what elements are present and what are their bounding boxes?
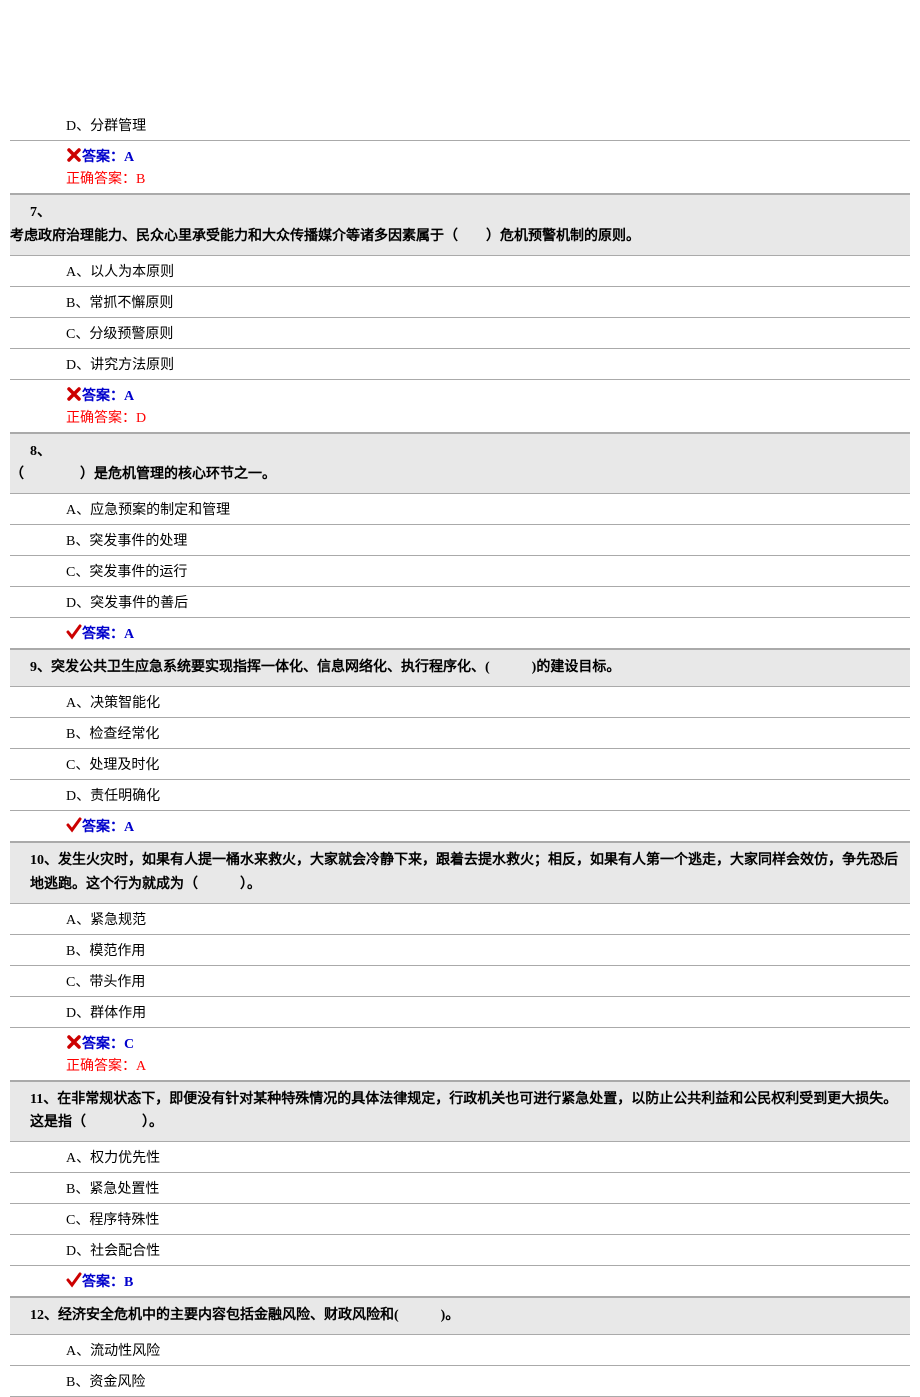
answer-row: 答案：C 正确答案：A xyxy=(10,1028,910,1081)
option-row: A、紧急规范 xyxy=(10,904,910,935)
question-header: 10、发生火灾时，如果有人提一桶水来救火，大家就会冷静下来，跟着去提水救火；相反… xyxy=(10,843,910,904)
option-row: B、检查经常化 xyxy=(10,718,910,749)
option-text: C、处理及时化 xyxy=(66,758,159,773)
check-icon xyxy=(66,817,82,833)
option-row: C、程序特殊性 xyxy=(10,1204,910,1235)
question-number-stem: 9、突发公共卫生应急系统要实现指挥一体化、信息网络化、执行程序化、( )的建设目… xyxy=(30,660,620,675)
question-stem: （ ）是危机管理的核心环节之一。 xyxy=(10,463,900,487)
option-row: D、群体作用 xyxy=(10,997,910,1028)
answer-row: 答案：A 正确答案：B xyxy=(10,141,910,194)
option-row: B、资金风险 xyxy=(10,1366,910,1397)
option-text: B、模范作用 xyxy=(66,944,145,959)
user-answer: 答案：A xyxy=(66,816,900,836)
option-text: B、突发事件的处理 xyxy=(66,534,187,549)
option-text: D、群体作用 xyxy=(66,1006,146,1021)
option-text: B、常抓不懈原则 xyxy=(66,296,173,311)
option-row: A、应急预案的制定和管理 xyxy=(10,494,910,525)
option-row: B、紧急处置性 xyxy=(10,1173,910,1204)
option-row: D、讲究方法原则 xyxy=(10,349,910,380)
option-row: D、社会配合性 xyxy=(10,1235,910,1266)
question-number-stem: 12、经济安全危机中的主要内容包括金融风险、财政风险和( )。 xyxy=(30,1308,459,1323)
user-answer-text: 答案：C xyxy=(82,1037,134,1052)
answer-row: 答案：A xyxy=(10,811,910,842)
check-icon xyxy=(66,624,82,640)
option-text: B、紧急处置性 xyxy=(66,1182,159,1197)
option-text: B、资金风险 xyxy=(66,1375,145,1390)
option-text: D、分群管理 xyxy=(66,119,146,134)
user-answer-text: 答案：A xyxy=(82,389,134,404)
user-answer-text: 答案：A xyxy=(82,820,134,835)
option-row: C、分级预警原则 xyxy=(10,318,910,349)
option-text: D、社会配合性 xyxy=(66,1244,160,1259)
option-text: A、权力优先性 xyxy=(66,1151,160,1166)
option-row: A、流动性风险 xyxy=(10,1335,910,1366)
option-text: C、分级预警原则 xyxy=(66,327,173,342)
option-text: D、突发事件的善后 xyxy=(66,596,188,611)
question-stem: 考虑政府治理能力、民众心里承受能力和大众传播媒介等诸多因素属于（ ）危机预警机制… xyxy=(10,225,900,249)
option-text: B、检查经常化 xyxy=(66,727,159,742)
question-number: 8、 xyxy=(30,440,900,464)
user-answer-text: 答案：A xyxy=(82,627,134,642)
user-answer: 答案：C xyxy=(66,1033,900,1053)
option-row: A、以人为本原则 xyxy=(10,256,910,287)
option-row: C、突发事件的运行 xyxy=(10,556,910,587)
question-number-stem: 11、在非常规状态下，即便没有针对某种特殊情况的具体法律规定，行政机关也可进行紧… xyxy=(30,1092,897,1131)
option-row: B、常抓不懈原则 xyxy=(10,287,910,318)
option-row: A、决策智能化 xyxy=(10,687,910,718)
option-text: A、紧急规范 xyxy=(66,913,146,928)
option-text: A、流动性风险 xyxy=(66,1344,160,1359)
option-row: B、模范作用 xyxy=(10,935,910,966)
user-answer-text: 答案：B xyxy=(82,1275,133,1290)
option-row: D、分群管理 xyxy=(10,110,910,141)
question-header: 11、在非常规状态下，即便没有针对某种特殊情况的具体法律规定，行政机关也可进行紧… xyxy=(10,1082,910,1143)
option-row: C、处理及时化 xyxy=(10,749,910,780)
option-text: C、程序特殊性 xyxy=(66,1213,159,1228)
question-header: 7、考虑政府治理能力、民众心里承受能力和大众传播媒介等诸多因素属于（ ）危机预警… xyxy=(10,195,910,256)
cross-icon xyxy=(66,147,82,163)
option-row: B、突发事件的处理 xyxy=(10,525,910,556)
user-answer: 答案：A xyxy=(66,623,900,643)
cross-icon xyxy=(66,1034,82,1050)
user-answer-text: 答案：A xyxy=(82,150,134,165)
option-text: D、讲究方法原则 xyxy=(66,358,174,373)
answer-row: 答案：A xyxy=(10,618,910,649)
question-header: 9、突发公共卫生应急系统要实现指挥一体化、信息网络化、执行程序化、( )的建设目… xyxy=(10,650,910,687)
question-number: 7、 xyxy=(30,201,900,225)
correct-answer: 正确答案：D xyxy=(66,407,900,427)
question-number-stem: 10、发生火灾时，如果有人提一桶水来救火，大家就会冷静下来，跟着去提水救火；相反… xyxy=(30,853,898,892)
user-answer: 答案：A xyxy=(66,385,900,405)
option-text: A、决策智能化 xyxy=(66,696,160,711)
user-answer: 答案：B xyxy=(66,1271,900,1291)
option-text: A、以人为本原则 xyxy=(66,265,174,280)
option-row: C、带头作用 xyxy=(10,966,910,997)
answer-row: 答案：B xyxy=(10,1266,910,1297)
user-answer: 答案：A xyxy=(66,146,900,166)
option-row: A、权力优先性 xyxy=(10,1142,910,1173)
cross-icon xyxy=(66,386,82,402)
option-text: A、应急预案的制定和管理 xyxy=(66,503,230,518)
correct-answer: 正确答案：B xyxy=(66,168,900,188)
question-header: 12、经济安全危机中的主要内容包括金融风险、财政风险和( )。 xyxy=(10,1298,910,1335)
correct-answer: 正确答案：A xyxy=(66,1055,900,1075)
option-text: C、突发事件的运行 xyxy=(66,565,187,580)
option-text: C、带头作用 xyxy=(66,975,145,990)
option-row: D、责任明确化 xyxy=(10,780,910,811)
question-header: 8、（ ）是危机管理的核心环节之一。 xyxy=(10,434,910,495)
answer-row: 答案：A 正确答案：D xyxy=(10,380,910,433)
option-row: D、突发事件的善后 xyxy=(10,587,910,618)
option-text: D、责任明确化 xyxy=(66,789,160,804)
check-icon xyxy=(66,1272,82,1288)
